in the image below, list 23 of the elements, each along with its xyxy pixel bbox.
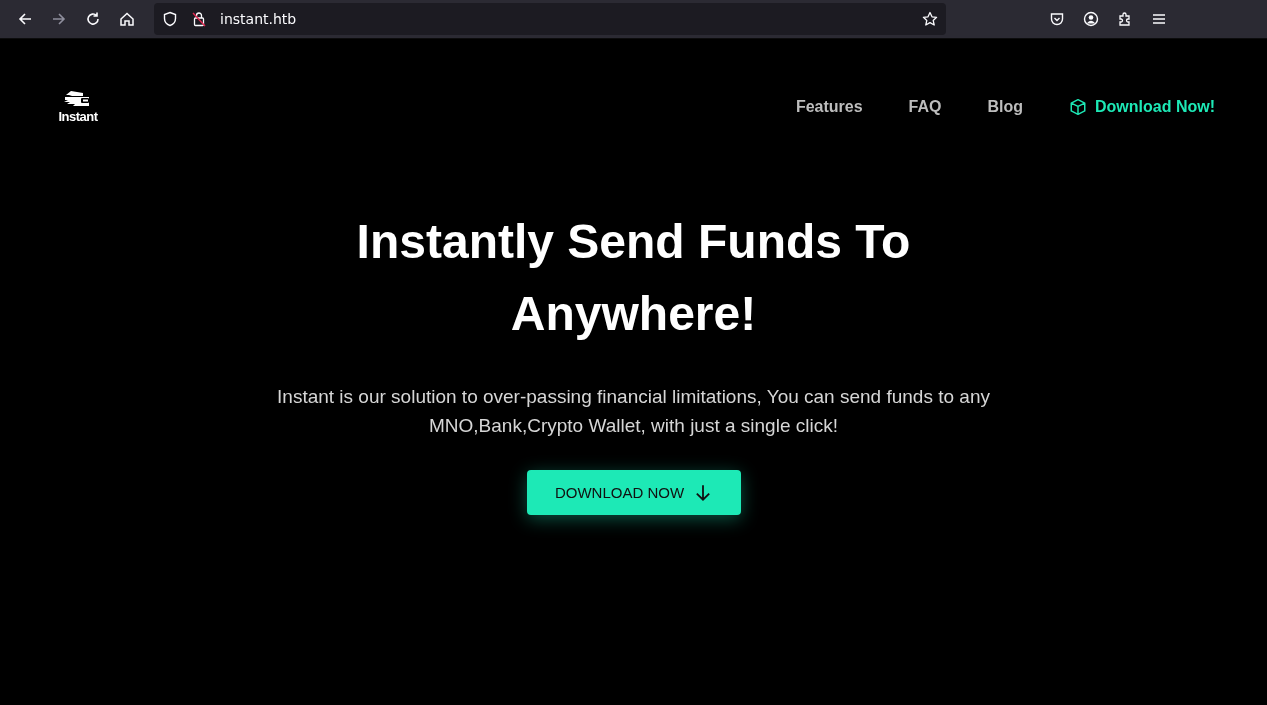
menu-icon[interactable] (1151, 11, 1167, 27)
hero-title: Instantly Send Funds To (356, 214, 911, 270)
download-button[interactable]: DOWNLOAD NOW (526, 470, 741, 515)
pocket-icon[interactable] (1049, 11, 1065, 27)
insecure-lock-icon[interactable] (191, 11, 207, 27)
account-icon[interactable] (1083, 11, 1099, 27)
arrow-down-icon (694, 483, 713, 502)
hero-title: Anywhere! (510, 286, 757, 342)
address-bar[interactable]: instant.htb (154, 3, 946, 35)
back-icon[interactable] (17, 11, 33, 27)
nav-link[interactable]: FAQ (908, 97, 942, 116)
home-icon[interactable] (119, 11, 135, 27)
reload-icon[interactable] (85, 11, 101, 27)
shield-icon[interactable] (162, 11, 178, 27)
download-link[interactable]: Download Now! (1095, 97, 1215, 116)
puzzle-icon[interactable] (1117, 11, 1133, 27)
url-text: instant.htb (220, 11, 298, 27)
nav-link[interactable]: Features (795, 97, 863, 116)
star-icon[interactable] (922, 11, 938, 27)
cube-icon (1069, 97, 1087, 116)
logo-text[interactable]: Instant (58, 109, 98, 124)
nav-link[interactable]: Blog (987, 97, 1023, 116)
hero-text: Instant is our solution to over-passing financial limitations, You can send funds to any MNO,Bank,Crypto Wallet, with just a single click! (276, 385, 991, 438)
